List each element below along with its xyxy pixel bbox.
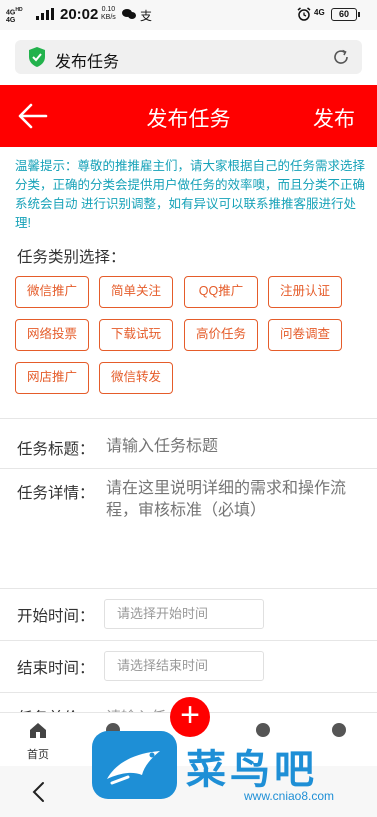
nav-home[interactable]: 首页 bbox=[20, 721, 56, 762]
alarm-icon bbox=[297, 7, 311, 21]
divider bbox=[0, 640, 377, 641]
tip-text: 温馨提示：尊敬的推推雇主们，请大家根据自己的任务需求选择分类，正确的分类会提供用… bbox=[15, 159, 366, 230]
signal-icon bbox=[36, 8, 54, 20]
app-header: 发布任务 发布 bbox=[0, 85, 377, 147]
task-detail-input[interactable] bbox=[106, 478, 356, 568]
shield-icon bbox=[29, 47, 45, 67]
browser-page-title: 发布任务 bbox=[55, 54, 120, 71]
category-button[interactable]: 注册认证 bbox=[268, 276, 342, 308]
alipay-icon: 支 bbox=[140, 9, 153, 23]
browser-address-bar[interactable]: 发布任务 bbox=[15, 40, 362, 74]
end-time-label: 结束时间： bbox=[17, 660, 95, 677]
task-title-label: 任务标题： bbox=[17, 441, 95, 458]
battery-icon: 60 bbox=[331, 8, 360, 21]
refresh-icon[interactable] bbox=[332, 48, 350, 66]
category-button[interactable]: 问卷调查 bbox=[268, 319, 342, 351]
end-time-input[interactable]: 请选择结束时间 bbox=[104, 651, 264, 681]
divider bbox=[0, 588, 377, 589]
divider bbox=[0, 418, 377, 419]
category-button[interactable]: 下载试玩 bbox=[99, 319, 173, 351]
publish-button[interactable]: 发布 bbox=[313, 103, 355, 133]
home-icon bbox=[30, 723, 46, 738]
network-4g-indicator: 4G bbox=[314, 8, 325, 17]
task-title-input[interactable] bbox=[106, 435, 356, 459]
nav-item-icon[interactable] bbox=[332, 723, 346, 737]
start-time-label: 开始时间： bbox=[17, 608, 95, 625]
category-label: 任务类别选择： bbox=[17, 249, 126, 266]
nav-item-icon[interactable] bbox=[256, 723, 270, 737]
divider bbox=[0, 468, 377, 469]
start-time-input[interactable]: 请选择开始时间 bbox=[104, 599, 264, 629]
category-button[interactable]: QQ推广 bbox=[184, 276, 258, 308]
watermark-logo-icon bbox=[92, 731, 177, 799]
watermark-url: www.cniao8.com bbox=[244, 789, 335, 803]
watermark-text: 菜鸟吧 bbox=[186, 746, 318, 793]
category-button[interactable]: 网络投票 bbox=[15, 319, 89, 351]
clock: 20:02 bbox=[60, 6, 99, 23]
category-button[interactable]: 高价任务 bbox=[184, 319, 258, 351]
category-button[interactable]: 网店推广 bbox=[15, 362, 89, 394]
wechat-icon bbox=[122, 9, 136, 19]
nav-home-label: 首页 bbox=[27, 749, 49, 761]
status-bar: 4GHD 4G 20:02 0.10 KB/s 支 4G 60 bbox=[0, 0, 377, 30]
divider bbox=[0, 692, 377, 693]
category-button[interactable]: 微信转发 bbox=[99, 362, 173, 394]
category-button[interactable]: 微信推广 bbox=[15, 276, 89, 308]
category-button[interactable]: 简单关注 bbox=[99, 276, 173, 308]
task-detail-label: 任务详情： bbox=[17, 485, 95, 502]
network-speed: 0.10 KB/s bbox=[101, 6, 116, 21]
network-indicator: 4GHD 4G bbox=[6, 7, 23, 25]
system-back-icon[interactable] bbox=[30, 780, 48, 804]
